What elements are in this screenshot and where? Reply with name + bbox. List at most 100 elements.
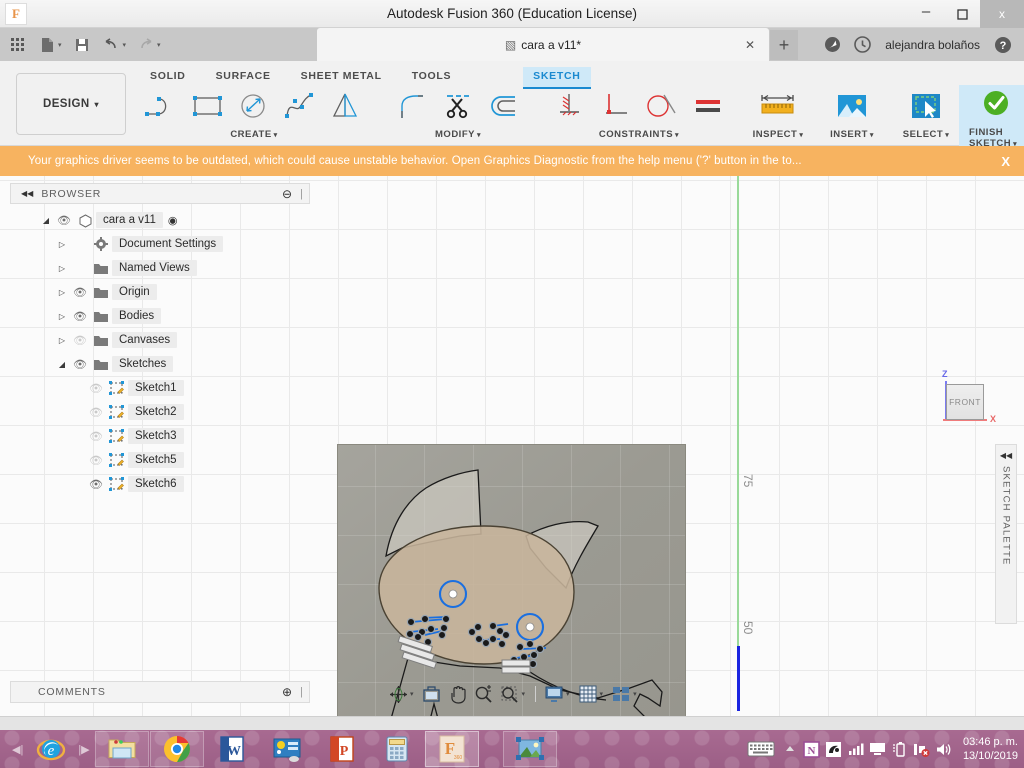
sketch-palette-collapse-icon[interactable]: ◀◀ bbox=[1000, 451, 1012, 460]
signal-bars-icon[interactable] bbox=[845, 737, 867, 761]
bodies-visibility-icon[interactable]: 👁 bbox=[70, 310, 90, 323]
canvases-label[interactable]: Canvases bbox=[112, 332, 178, 348]
finish-sketch-check-icon[interactable] bbox=[969, 83, 1023, 125]
zoom-button[interactable] bbox=[471, 682, 497, 706]
ribbon-group-create-label[interactable]: CREATE ▾ bbox=[230, 129, 277, 140]
taskbar-internet-explorer[interactable]: e bbox=[24, 731, 78, 767]
tree-row-named-views[interactable]: ▷ Named Views bbox=[10, 256, 310, 280]
taskbar-photo-viewer[interactable] bbox=[502, 731, 557, 767]
sketches-visibility-icon[interactable]: 👁 bbox=[70, 358, 90, 371]
sketch-palette-panel[interactable]: ◀◀ SKETCH PALETTE bbox=[995, 444, 1017, 624]
canvases-expand-icon[interactable]: ▷ bbox=[54, 336, 70, 345]
offset-icon[interactable] bbox=[481, 85, 527, 127]
viewports-caret-icon[interactable]: ▾ bbox=[633, 690, 637, 698]
new-tab-button[interactable]: + bbox=[770, 30, 798, 60]
redo-icon[interactable] bbox=[133, 32, 159, 58]
tree-row-sketch3[interactable]: 👁 Sketch3 bbox=[10, 424, 310, 448]
browser-collapse-icon[interactable]: ◀◀ bbox=[21, 189, 33, 198]
sketch6-label[interactable]: Sketch6 bbox=[128, 476, 184, 492]
bodies-expand-icon[interactable]: ▷ bbox=[54, 312, 70, 321]
trim-scissors-icon[interactable] bbox=[435, 85, 481, 127]
taskbar-google-chrome[interactable] bbox=[149, 731, 204, 767]
document-tab-close-icon[interactable]: ✕ bbox=[745, 38, 755, 52]
new-file-icon[interactable] bbox=[34, 32, 60, 58]
grid-snaps-button[interactable]: ▾ bbox=[575, 682, 609, 706]
display-settings-button[interactable]: ▾ bbox=[541, 682, 575, 706]
sketch6-visibility-icon[interactable]: 👁 bbox=[86, 478, 106, 491]
recent-activity-icon[interactable] bbox=[847, 32, 877, 58]
tree-row-bodies[interactable]: ▷ 👁 Bodies bbox=[10, 304, 310, 328]
fix-ground-icon[interactable] bbox=[547, 85, 593, 127]
line-icon[interactable] bbox=[139, 85, 185, 127]
tree-row-sketch6[interactable]: 👁 Sketch6 bbox=[10, 472, 310, 496]
origin-label[interactable]: Origin bbox=[112, 284, 157, 300]
ribbon-group-modify-label[interactable]: MODIFY ▾ bbox=[435, 129, 481, 140]
network-error-icon[interactable] bbox=[911, 737, 933, 761]
circle-icon[interactable] bbox=[231, 85, 277, 127]
viewports-button[interactable]: ▾ bbox=[608, 682, 642, 706]
grid-snaps-caret-icon[interactable]: ▾ bbox=[600, 690, 604, 698]
onenote-icon[interactable]: N bbox=[801, 737, 823, 761]
origin-visibility-icon[interactable]: 👁 bbox=[70, 286, 90, 299]
undo-caret-icon[interactable]: ▾ bbox=[123, 41, 127, 49]
sketch5-label[interactable]: Sketch5 bbox=[128, 452, 184, 468]
sketch5-visibility-icon[interactable]: 👁 bbox=[86, 454, 106, 467]
equal-icon[interactable] bbox=[685, 85, 731, 127]
view-cube-front-face[interactable]: FRONT bbox=[946, 384, 984, 420]
new-file-caret-icon[interactable]: ▾ bbox=[58, 41, 62, 49]
warning-close-button[interactable]: X bbox=[1001, 154, 1010, 169]
sketches-expand-icon[interactable]: ◢ bbox=[54, 360, 70, 369]
zoom-window-button[interactable]: ▾ bbox=[497, 682, 531, 706]
undo-icon[interactable] bbox=[99, 32, 125, 58]
volume-icon[interactable] bbox=[933, 737, 955, 761]
spline-icon[interactable] bbox=[277, 85, 323, 127]
named-views-label[interactable]: Named Views bbox=[112, 260, 197, 276]
ribbon-group-inspect-label[interactable]: INSPECT ▾ bbox=[753, 129, 804, 140]
orbit-caret-icon[interactable]: ▾ bbox=[410, 690, 414, 698]
comments-resize-handle[interactable]: | bbox=[300, 686, 303, 698]
orbit-button[interactable]: ▾ bbox=[385, 682, 419, 706]
canvases-visibility-icon[interactable]: 👁 bbox=[70, 334, 90, 347]
root-visibility-icon[interactable]: 👁 bbox=[54, 214, 74, 227]
sketch3-visibility-icon[interactable]: 👁 bbox=[86, 430, 106, 443]
taskbar-file-explorer[interactable] bbox=[94, 731, 149, 767]
comments-add-icon[interactable]: ⊕ bbox=[282, 685, 292, 699]
root-label[interactable]: cara a v11 bbox=[96, 212, 163, 228]
taskbar-powerpoint[interactable]: P bbox=[315, 731, 369, 767]
sketch1-label[interactable]: Sketch1 bbox=[128, 380, 184, 396]
onscreen-keyboard-icon[interactable] bbox=[743, 737, 779, 761]
origin-expand-icon[interactable]: ▷ bbox=[54, 288, 70, 297]
mirror-icon[interactable] bbox=[323, 85, 369, 127]
rectangle-icon[interactable] bbox=[185, 85, 231, 127]
select-window-icon[interactable] bbox=[899, 85, 953, 127]
tree-row-canvases[interactable]: ▷ 👁 Canvases bbox=[10, 328, 310, 352]
tree-row-root[interactable]: ◢ 👁 cara a v11 ◉ bbox=[10, 208, 310, 232]
maximize-button[interactable] bbox=[944, 0, 980, 28]
document-settings-expand-icon[interactable]: ▷ bbox=[54, 240, 70, 249]
sketch2-visibility-icon[interactable]: 👁 bbox=[86, 406, 106, 419]
workspace-selector[interactable]: DESIGN ▾ bbox=[16, 73, 126, 135]
minimize-button[interactable]: – bbox=[908, 0, 944, 28]
job-status-icon[interactable] bbox=[817, 32, 847, 58]
ribbon-group-finish-sketch[interactable]: FINISH SKETCH ▾ bbox=[959, 83, 1024, 149]
perpendicular-icon[interactable] bbox=[593, 85, 639, 127]
battery-icon[interactable] bbox=[889, 737, 911, 761]
close-button[interactable]: x bbox=[980, 0, 1024, 28]
taskbar-fusion360[interactable]: F 360 bbox=[424, 731, 479, 767]
tree-row-sketch1[interactable]: 👁 Sketch1 bbox=[10, 376, 310, 400]
browser-minimize-icon[interactable]: ⊖ bbox=[282, 187, 292, 201]
nvidia-icon[interactable] bbox=[823, 737, 845, 761]
viewport-canvas[interactable]: 75 50 25 bbox=[0, 176, 1024, 716]
tree-row-sketch2[interactable]: 👁 Sketch2 bbox=[10, 400, 310, 424]
display-icon[interactable] bbox=[867, 737, 889, 761]
sketch-geometry[interactable] bbox=[330, 436, 710, 716]
save-icon[interactable] bbox=[69, 32, 95, 58]
measure-icon[interactable] bbox=[751, 85, 805, 127]
display-settings-caret-icon[interactable]: ▾ bbox=[566, 690, 570, 698]
comments-panel[interactable]: COMMENTS ⊕ | bbox=[10, 681, 310, 703]
look-at-button[interactable] bbox=[419, 682, 445, 706]
sketches-label[interactable]: Sketches bbox=[112, 356, 174, 372]
taskbar-word[interactable]: W bbox=[205, 731, 259, 767]
taskbar-project[interactable] bbox=[260, 731, 314, 767]
show-hidden-icons-icon[interactable] bbox=[779, 737, 801, 761]
